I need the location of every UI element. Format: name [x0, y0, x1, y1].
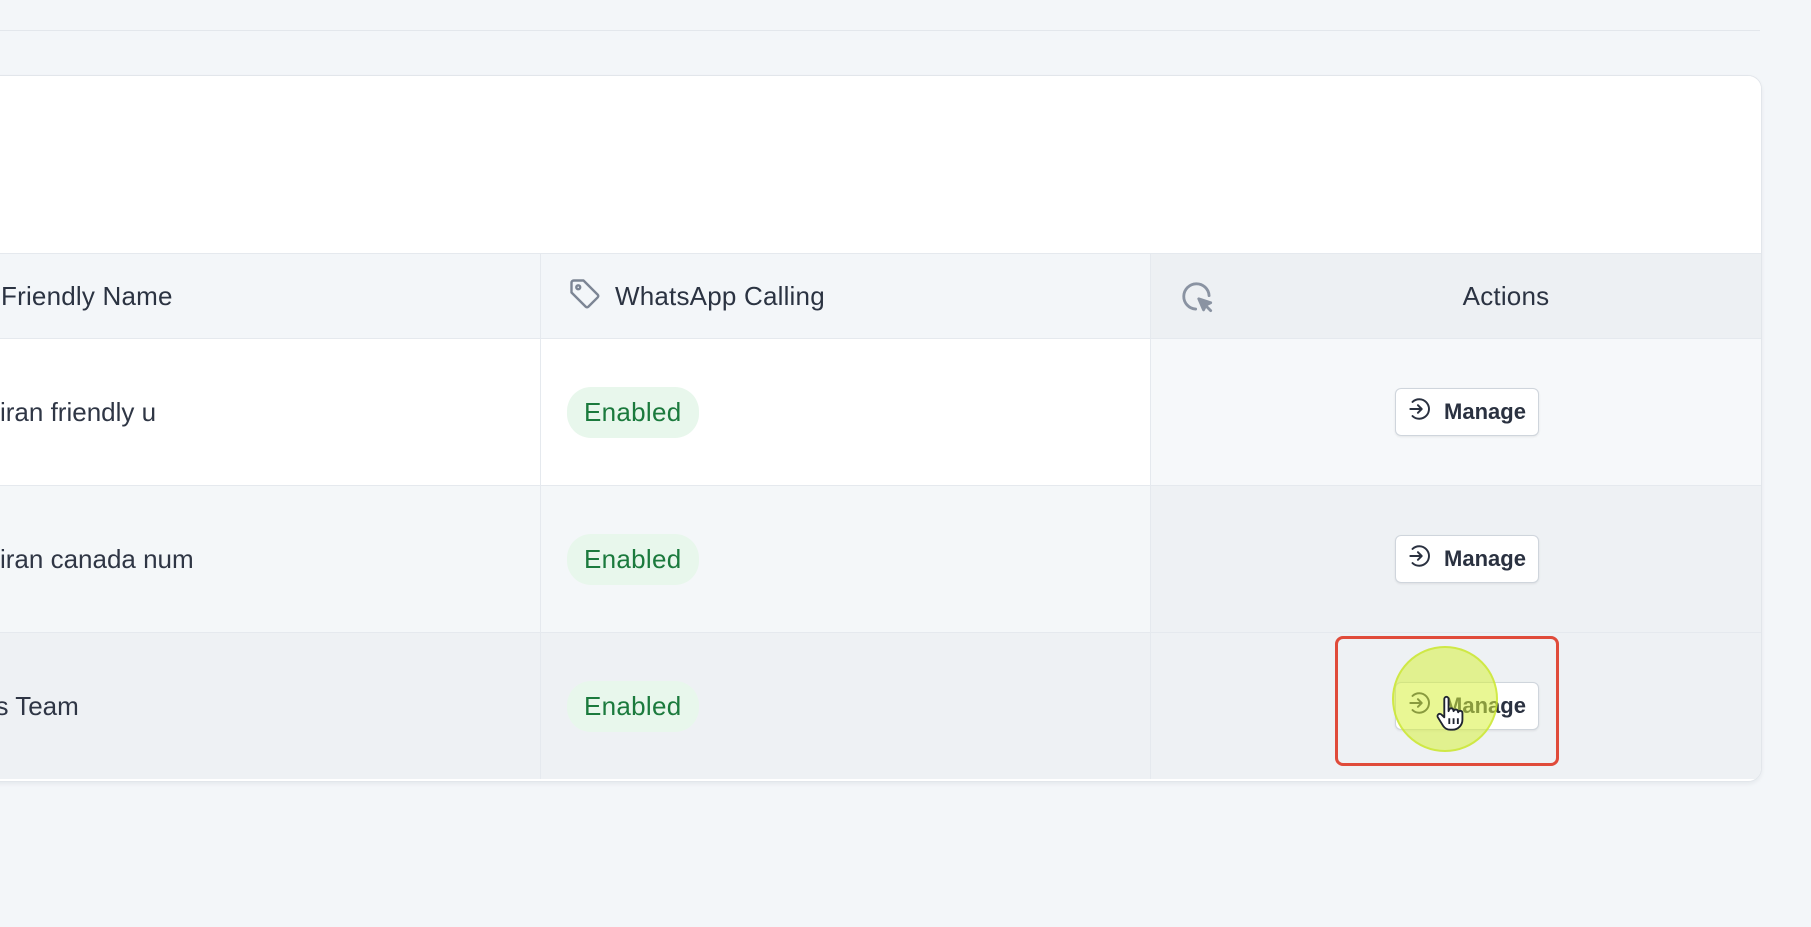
friendly-name-text: es Team	[0, 690, 79, 721]
actions-cell: Manage	[1150, 486, 1761, 632]
actions-cell: Manage	[1150, 633, 1761, 779]
arrow-right-circle-icon	[1406, 543, 1432, 575]
manage-button[interactable]: Manage	[1395, 388, 1539, 436]
status-badge: Enabled	[567, 386, 699, 438]
top-divider	[0, 30, 1760, 31]
table-row: kiran friendly u Enabled Manage	[0, 339, 1761, 486]
manage-button[interactable]: Manage	[1395, 535, 1539, 583]
manage-button[interactable]: Manage	[1395, 682, 1539, 730]
status-badge: Enabled	[567, 680, 699, 732]
table-row: kiran canada num Enabled Manage	[0, 486, 1761, 633]
tag-icon	[567, 276, 603, 317]
card-header-area	[0, 76, 1761, 254]
friendly-name-cell: kiran canada num	[0, 486, 540, 632]
table-row: es Team Enabled Manage	[0, 633, 1761, 779]
whatsapp-calling-cell: Enabled	[540, 633, 1150, 779]
manage-button-label: Manage	[1444, 399, 1526, 424]
header-actions-label: Actions	[1462, 280, 1550, 311]
table-header-row: Friendly Name WhatsApp Calling Actions	[0, 254, 1761, 339]
friendly-name-cell: kiran friendly u	[0, 339, 540, 485]
friendly-name-text: kiran friendly u	[0, 396, 157, 427]
arrow-right-circle-icon	[1406, 396, 1432, 428]
friendly-name-text: kiran canada num	[0, 543, 194, 574]
header-friendly-name-label: Friendly Name	[1, 280, 173, 311]
arrow-right-circle-icon	[1406, 690, 1432, 722]
header-friendly-name[interactable]: Friendly Name	[0, 254, 540, 338]
actions-cell: Manage	[1150, 339, 1761, 485]
whatsapp-calling-cell: Enabled	[540, 339, 1150, 485]
manage-button-label: Manage	[1444, 693, 1526, 718]
header-whatsapp-calling[interactable]: WhatsApp Calling	[540, 254, 1150, 338]
numbers-table-card: Friendly Name WhatsApp Calling Actions k…	[0, 75, 1762, 782]
whatsapp-calling-cell: Enabled	[540, 486, 1150, 632]
status-badge: Enabled	[567, 533, 699, 585]
header-whatsapp-calling-label: WhatsApp Calling	[615, 280, 825, 311]
friendly-name-cell: es Team	[0, 633, 540, 779]
header-actions: Actions	[1150, 254, 1761, 338]
manage-button-label: Manage	[1444, 546, 1526, 571]
cursor-click-icon	[1179, 279, 1217, 317]
